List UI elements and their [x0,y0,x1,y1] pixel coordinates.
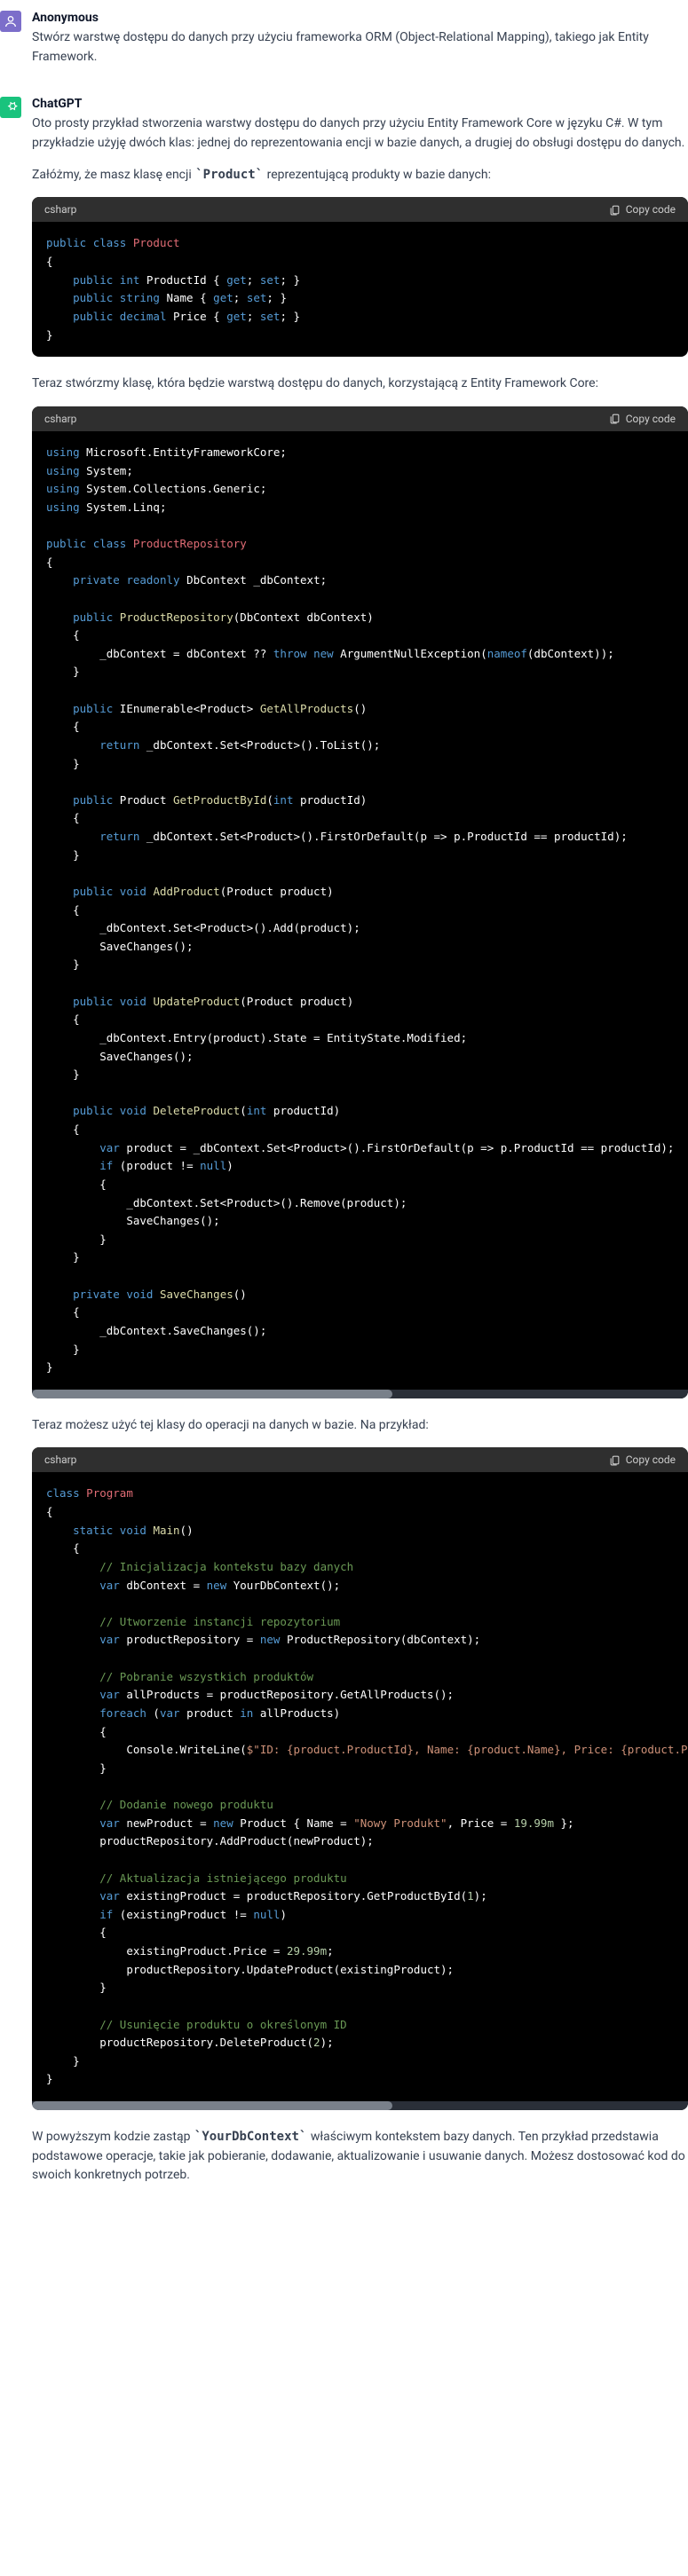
assistant-para-5: W powyższym kodzie zastąp YourDbContext … [32,2128,688,2186]
text: reprezentującą produkty w bazie danych: [264,168,491,182]
inline-code: Product [194,168,264,182]
gpt-icon [3,99,19,115]
code-content[interactable]: public class Product { public int Produc… [32,222,688,357]
copy-code-button[interactable]: Copy code [609,413,676,425]
assistant-para-4: Teraz możesz użyć tej klasy do operacji … [32,1416,688,1436]
assistant-para-1: Oto prosty przykład stworzenia warstwy d… [32,114,688,153]
user-avatar [0,11,21,32]
code-language: csharp [44,1453,76,1466]
inline-code: YourDbContext [194,2130,307,2144]
code-header: csharp Copy code [32,1447,688,1472]
code-language: csharp [44,413,76,425]
copy-code-button[interactable]: Copy code [609,203,676,216]
assistant-message: ChatGPT Oto prosty przykład stworzenia w… [0,86,688,2205]
code-content[interactable]: class Program { static void Main() { // … [32,1472,688,2101]
user-text: Stwórz warstwę dostępu do danych przy uż… [32,28,688,67]
user-name: Anonymous [32,11,688,25]
copy-label: Copy code [626,413,676,425]
clipboard-icon [609,204,621,216]
horizontal-scrollbar[interactable] [32,2101,688,2110]
scrollbar-thumb[interactable] [32,2101,392,2110]
copy-label: Copy code [626,1453,676,1466]
assistant-name: ChatGPT [32,97,688,111]
user-message: Anonymous Stwórz warstwę dostępu do dany… [0,0,688,86]
clipboard-icon [609,1454,621,1466]
code-header: csharp Copy code [32,197,688,222]
copy-code-button[interactable]: Copy code [609,1453,676,1466]
code-header: csharp Copy code [32,406,688,431]
assistant-para-3: Teraz stwórzmy klasę, która będzie warst… [32,374,688,394]
horizontal-scrollbar[interactable] [32,1390,688,1398]
code-language: csharp [44,203,76,216]
assistant-para-2: Załóżmy, że masz klasę encji Product rep… [32,166,688,185]
user-icon [4,14,18,28]
code-block-2: csharp Copy code using Microsoft.EntityF… [32,406,688,1398]
text: W powyższym kodzie zastąp [32,2130,194,2144]
code-content[interactable]: using Microsoft.EntityFrameworkCore; usi… [32,431,688,1390]
clipboard-icon [609,413,621,424]
code-block-1: csharp Copy code public class Product { … [32,197,688,357]
assistant-avatar [0,97,21,118]
code-block-3: csharp Copy code class Program { static … [32,1447,688,2110]
text: Załóżmy, że masz klasę encji [32,168,194,182]
scrollbar-thumb[interactable] [32,1390,392,1398]
copy-label: Copy code [626,203,676,216]
